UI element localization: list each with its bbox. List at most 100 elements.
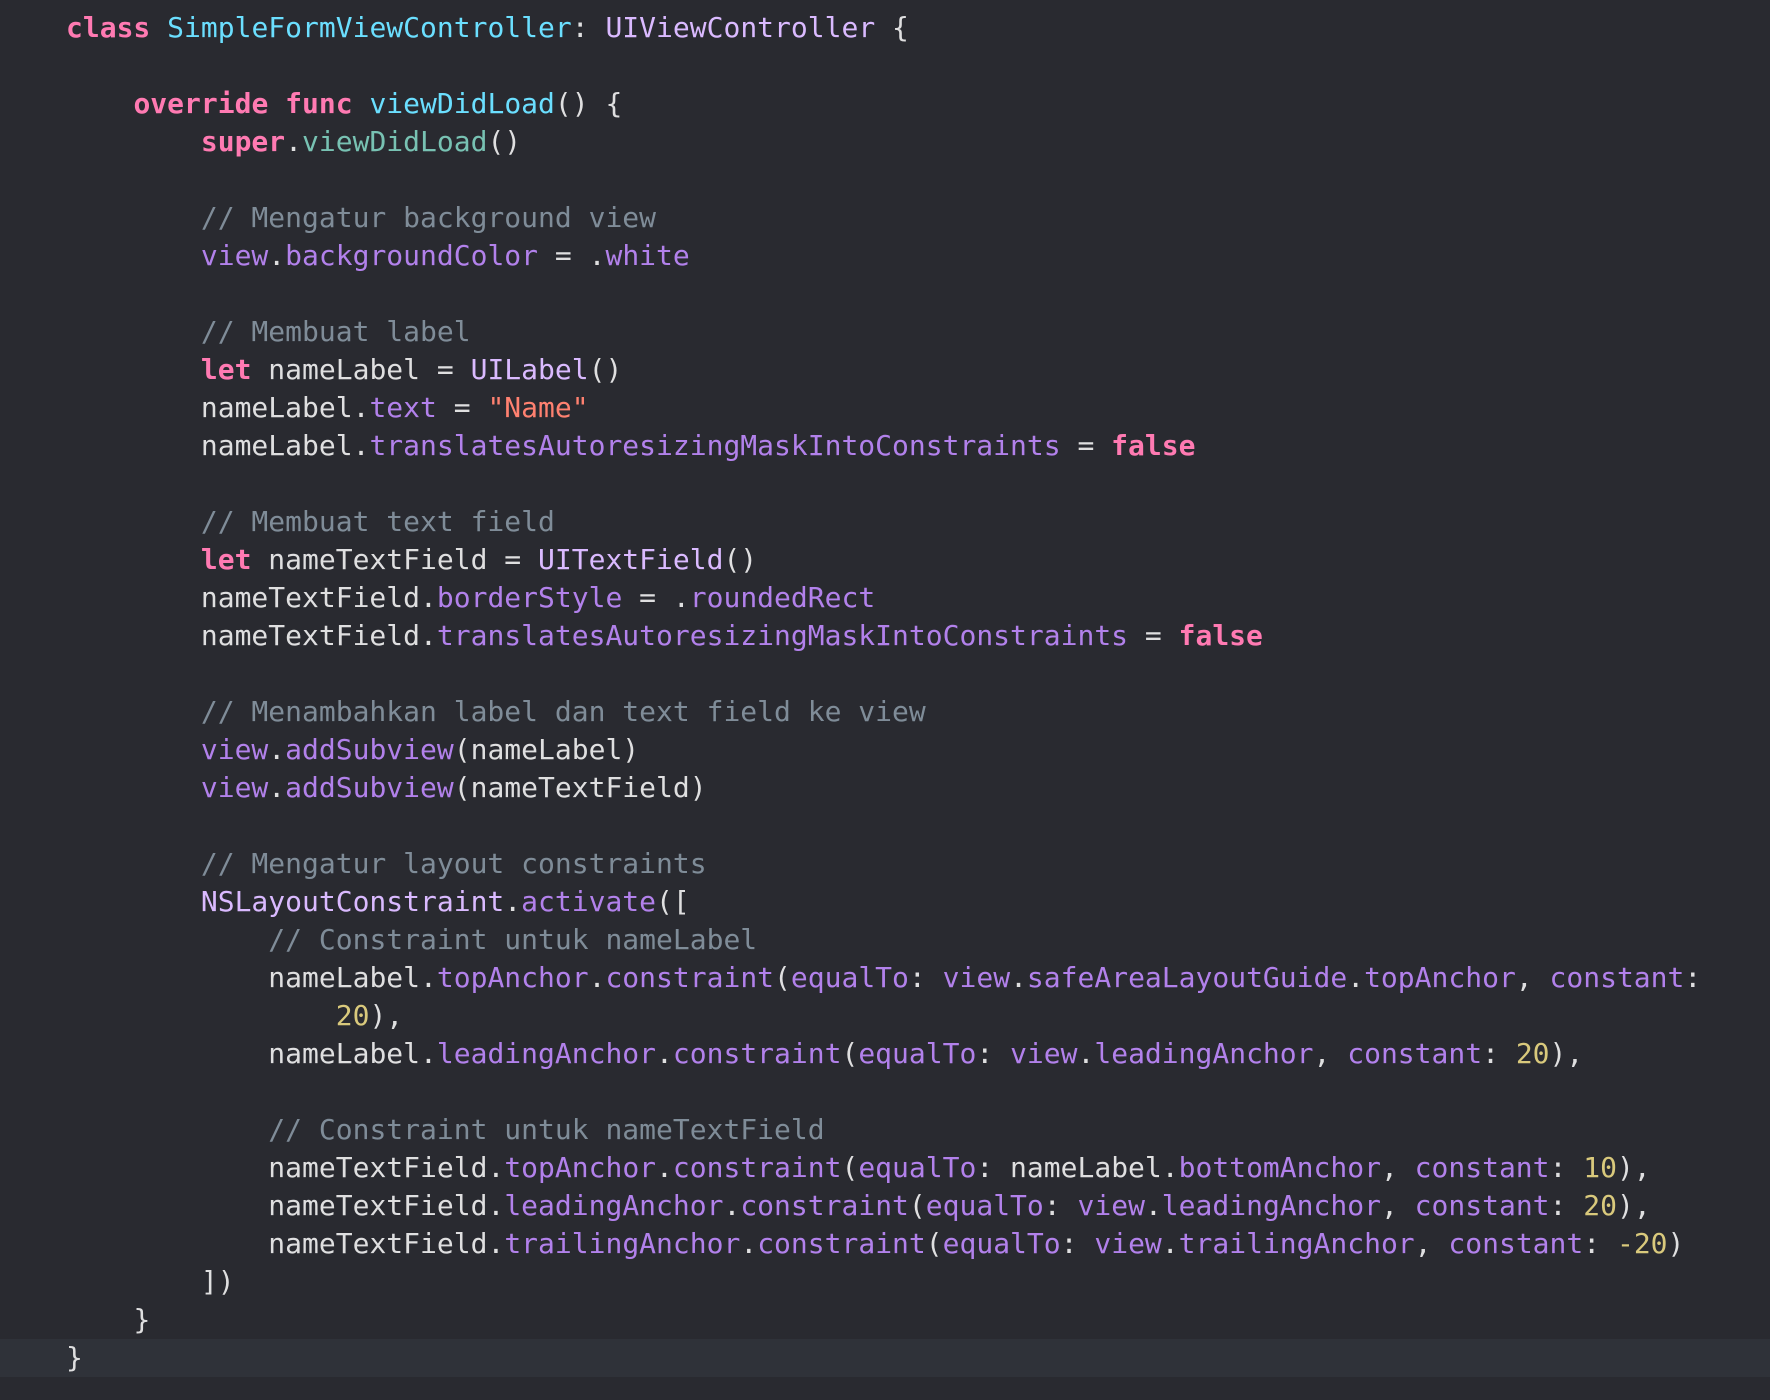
code-text: nameLabel = (251, 353, 471, 386)
code-text: nameLabel. (200, 391, 370, 424)
number-token: 20 (335, 999, 370, 1032)
code-line[interactable]: nameTextField.translatesAutoresizingMask… (0, 617, 1770, 655)
code-text: . (285, 125, 303, 158)
comment-token: // Constraint untuk nameTextField (268, 1113, 825, 1146)
code-line[interactable]: // Mengatur layout constraints (0, 845, 1770, 883)
code-text: : (1684, 961, 1702, 994)
property-token: view (1094, 1227, 1162, 1260)
code-text: , (1414, 1227, 1449, 1260)
code-text: . (268, 771, 286, 804)
code-line[interactable]: // Constraint untuk nameLabel (0, 921, 1770, 959)
code-line[interactable]: nameLabel.translatesAutoresizingMaskInto… (0, 427, 1770, 465)
code-line[interactable]: ]) (0, 1263, 1770, 1301)
type-token: UITextField (538, 543, 724, 576)
code-line[interactable]: view.addSubview(nameTextField) (0, 769, 1770, 807)
type-token: UILabel (470, 353, 589, 386)
keyword-token: false (1111, 429, 1196, 462)
code-line[interactable]: // Membuat text field (0, 503, 1770, 541)
code-text: . (504, 885, 522, 918)
property-token: backgroundColor (285, 239, 539, 272)
property-token: view (200, 771, 269, 804)
code-line[interactable]: class SimpleFormViewController: UIViewCo… (0, 9, 1770, 47)
code-line[interactable]: // Membuat label (0, 313, 1770, 351)
code-line[interactable]: let nameTextField = UITextField() (0, 541, 1770, 579)
property-token: equalTo (942, 1227, 1061, 1260)
code-line[interactable]: view.backgroundColor = .white (0, 237, 1770, 275)
code-text: nameTextField. (268, 1227, 505, 1260)
code-text: { (875, 11, 909, 44)
property-token: constraint (605, 961, 775, 994)
code-line[interactable]: // Menambahkan label dan text field ke v… (0, 693, 1770, 731)
code-line[interactable]: // Mengatur background view (0, 199, 1770, 237)
code-text: . (1077, 1037, 1095, 1070)
property-token: leadingAnchor (1094, 1037, 1314, 1070)
property-token: activate (521, 885, 657, 918)
code-line[interactable]: 20), (0, 997, 1770, 1035)
code-text: = (1128, 619, 1179, 652)
code-text: . (1010, 961, 1027, 994)
code-line[interactable] (0, 1073, 1770, 1111)
code-line[interactable] (0, 655, 1770, 693)
code-text: ), (1616, 1151, 1651, 1184)
code-line[interactable]: super.viewDidLoad() (0, 123, 1770, 161)
code-line[interactable] (0, 47, 1770, 85)
code-line[interactable]: view.addSubview(nameLabel) (0, 731, 1770, 769)
property-token: translatesAutoresizingMaskIntoConstraint… (369, 429, 1061, 462)
code-text: } (133, 1303, 151, 1336)
property-token: addSubview (285, 733, 454, 766)
property-token: text (369, 391, 437, 424)
property-token: roundedRect (689, 581, 876, 614)
code-line[interactable]: nameLabel.topAnchor.constraint(equalTo: … (0, 959, 1770, 997)
code-line[interactable]: nameLabel.text = "Name" (0, 389, 1770, 427)
code-line[interactable]: nameLabel.leadingAnchor.constraint(equal… (0, 1035, 1770, 1073)
code-line[interactable]: nameTextField.topAnchor.constraint(equal… (0, 1149, 1770, 1187)
code-text: nameTextField. (268, 1189, 505, 1222)
code-text: . (588, 961, 606, 994)
property-token: bottomAnchor (1178, 1151, 1381, 1184)
code-text: ( (925, 1227, 943, 1260)
code-text: ( (908, 1189, 926, 1222)
code-line[interactable]: NSLayoutConstraint.activate([ (0, 883, 1770, 921)
code-line[interactable]: nameTextField.leadingAnchor.constraint(e… (0, 1187, 1770, 1225)
code-line[interactable] (0, 465, 1770, 503)
code-line[interactable]: nameTextField.trailingAnchor.constraint(… (0, 1225, 1770, 1263)
code-area[interactable]: class SimpleFormViewController: UIViewCo… (0, 9, 1770, 1377)
code-text: . (268, 239, 286, 272)
code-text: . (656, 1151, 673, 1184)
keyword-token: super (200, 125, 286, 158)
property-token: equalTo (858, 1151, 977, 1184)
code-line[interactable]: override func viewDidLoad() { (0, 85, 1770, 123)
code-line[interactable]: nameTextField.borderStyle = .roundedRect (0, 579, 1770, 617)
code-text: = (1060, 429, 1112, 462)
comment-token: // Mengatur background view (200, 201, 657, 234)
code-line[interactable] (0, 275, 1770, 313)
code-text: : (908, 961, 943, 994)
property-token: topAnchor (436, 961, 589, 994)
code-line[interactable] (0, 807, 1770, 845)
code-text: = . (538, 239, 606, 272)
declaration-token: SimpleFormViewController (167, 11, 572, 44)
code-text: nameLabel. (268, 1037, 437, 1070)
code-text: . (1144, 1189, 1162, 1222)
keyword-token: func (285, 87, 353, 120)
property-token: white (605, 239, 690, 272)
code-editor[interactable]: class SimpleFormViewController: UIViewCo… (0, 0, 1770, 1400)
code-line[interactable]: } (0, 1301, 1770, 1339)
code-line-current[interactable]: } (0, 1339, 1770, 1377)
code-line[interactable]: // Constraint untuk nameTextField (0, 1111, 1770, 1149)
code-line[interactable]: let nameLabel = UILabel() (0, 351, 1770, 389)
code-text: . (740, 1227, 758, 1260)
code-line[interactable] (0, 161, 1770, 199)
